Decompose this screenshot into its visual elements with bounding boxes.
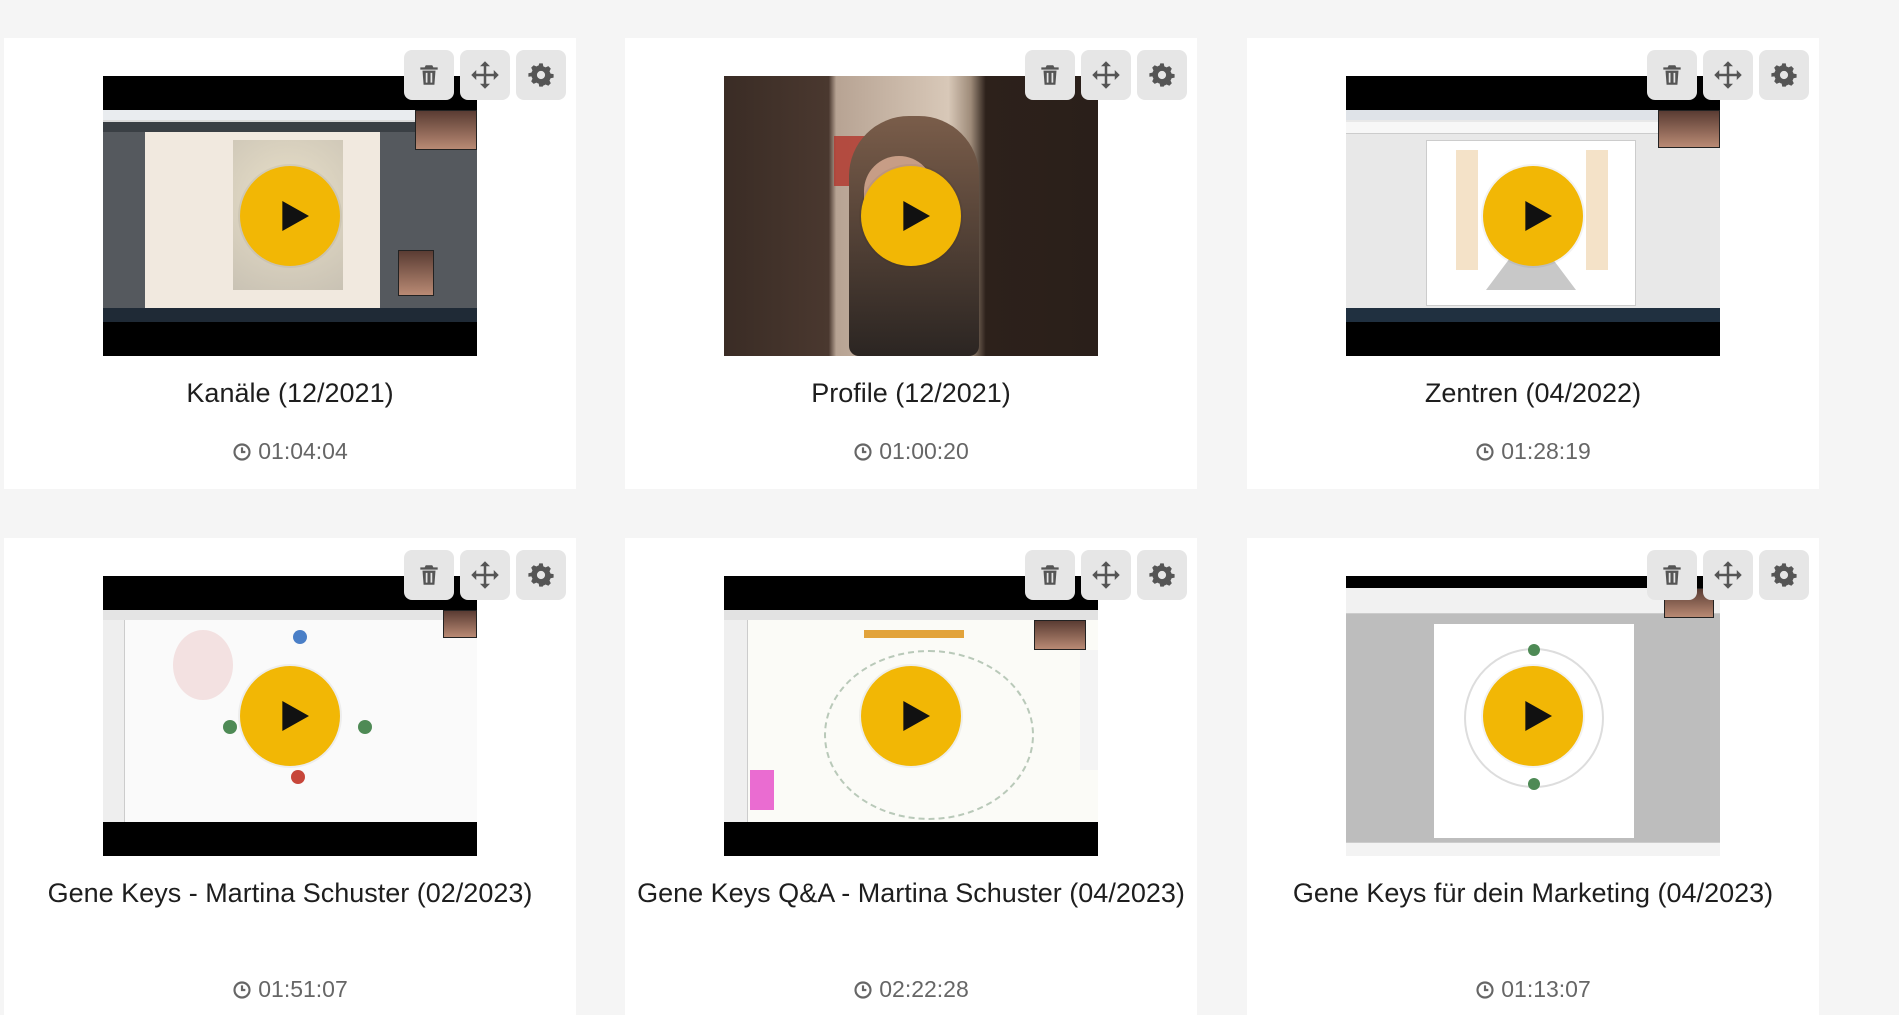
move-arrows-icon bbox=[1713, 60, 1743, 90]
play-button[interactable] bbox=[240, 666, 340, 766]
video-card: Zentren (04/2022) 01:28:19 bbox=[1247, 38, 1819, 489]
settings-button[interactable] bbox=[1759, 550, 1809, 600]
duration-value: 01:28:19 bbox=[1501, 438, 1591, 464]
video-title[interactable]: Kanäle (12/2021) bbox=[14, 376, 566, 410]
video-card: Gene Keys - Martina Schuster (02/2023) 0… bbox=[4, 538, 576, 1015]
video-card: Gene Keys Q&A - Martina Schuster (04/202… bbox=[625, 538, 1197, 1015]
video-duration: 02:22:28 bbox=[625, 976, 1197, 1003]
settings-button[interactable] bbox=[1137, 550, 1187, 600]
duration-value: 02:22:28 bbox=[879, 976, 969, 1002]
gear-icon bbox=[527, 561, 555, 589]
gear-icon bbox=[1770, 61, 1798, 89]
card-toolbar bbox=[1025, 550, 1187, 600]
play-icon bbox=[895, 196, 935, 236]
delete-button[interactable] bbox=[1025, 550, 1075, 600]
delete-button[interactable] bbox=[1025, 50, 1075, 100]
delete-button[interactable] bbox=[1647, 50, 1697, 100]
clock-icon bbox=[232, 980, 252, 1000]
gear-icon bbox=[1148, 61, 1176, 89]
video-duration: 01:28:19 bbox=[1247, 438, 1819, 465]
video-card: Kanäle (12/2021) 01:04:04 bbox=[4, 38, 576, 489]
card-toolbar bbox=[404, 550, 566, 600]
play-icon bbox=[895, 696, 935, 736]
move-button[interactable] bbox=[1081, 50, 1131, 100]
play-button[interactable] bbox=[1483, 166, 1583, 266]
delete-button[interactable] bbox=[1647, 550, 1697, 600]
move-arrows-icon bbox=[1713, 560, 1743, 590]
video-title[interactable]: Gene Keys Q&A - Martina Schuster (04/202… bbox=[635, 876, 1187, 910]
move-arrows-icon bbox=[1091, 60, 1121, 90]
video-duration: 01:00:20 bbox=[625, 438, 1197, 465]
gear-icon bbox=[1148, 561, 1176, 589]
settings-button[interactable] bbox=[1137, 50, 1187, 100]
trash-icon bbox=[416, 562, 442, 588]
duration-value: 01:00:20 bbox=[879, 438, 969, 464]
play-icon bbox=[1517, 696, 1557, 736]
move-arrows-icon bbox=[470, 560, 500, 590]
trash-icon bbox=[1037, 562, 1063, 588]
card-toolbar bbox=[1647, 550, 1809, 600]
trash-icon bbox=[416, 62, 442, 88]
video-card: Gene Keys für dein Marketing (04/2023) 0… bbox=[1247, 538, 1819, 1015]
delete-button[interactable] bbox=[404, 550, 454, 600]
card-toolbar bbox=[404, 50, 566, 100]
card-toolbar bbox=[1647, 50, 1809, 100]
play-button[interactable] bbox=[861, 666, 961, 766]
video-title[interactable]: Gene Keys für dein Marketing (04/2023) bbox=[1257, 876, 1809, 910]
video-duration: 01:04:04 bbox=[4, 438, 576, 465]
move-button[interactable] bbox=[460, 550, 510, 600]
settings-button[interactable] bbox=[516, 50, 566, 100]
gear-icon bbox=[527, 61, 555, 89]
play-icon bbox=[274, 696, 314, 736]
video-title[interactable]: Gene Keys - Martina Schuster (02/2023) bbox=[14, 876, 566, 910]
clock-icon bbox=[853, 980, 873, 1000]
play-icon bbox=[274, 196, 314, 236]
trash-icon bbox=[1659, 562, 1685, 588]
video-duration: 01:51:07 bbox=[4, 976, 576, 1003]
card-toolbar bbox=[1025, 50, 1187, 100]
move-button[interactable] bbox=[1703, 50, 1753, 100]
move-button[interactable] bbox=[1703, 550, 1753, 600]
move-button[interactable] bbox=[460, 50, 510, 100]
video-thumbnail[interactable] bbox=[1346, 576, 1720, 856]
video-thumbnail[interactable] bbox=[103, 76, 477, 356]
delete-button[interactable] bbox=[404, 50, 454, 100]
move-arrows-icon bbox=[470, 60, 500, 90]
duration-value: 01:13:07 bbox=[1501, 976, 1591, 1002]
clock-icon bbox=[232, 442, 252, 462]
video-card: Profile (12/2021) 01:00:20 bbox=[625, 38, 1197, 489]
play-button[interactable] bbox=[240, 166, 340, 266]
video-thumbnail[interactable] bbox=[1346, 76, 1720, 356]
trash-icon bbox=[1037, 62, 1063, 88]
gear-icon bbox=[1770, 561, 1798, 589]
settings-button[interactable] bbox=[516, 550, 566, 600]
move-arrows-icon bbox=[1091, 560, 1121, 590]
video-thumbnail[interactable] bbox=[103, 576, 477, 856]
duration-value: 01:04:04 bbox=[258, 438, 348, 464]
play-button[interactable] bbox=[1483, 666, 1583, 766]
play-icon bbox=[1517, 196, 1557, 236]
duration-value: 01:51:07 bbox=[258, 976, 348, 1002]
move-button[interactable] bbox=[1081, 550, 1131, 600]
trash-icon bbox=[1659, 62, 1685, 88]
video-duration: 01:13:07 bbox=[1247, 976, 1819, 1003]
video-title[interactable]: Zentren (04/2022) bbox=[1257, 376, 1809, 410]
clock-icon bbox=[853, 442, 873, 462]
video-title[interactable]: Profile (12/2021) bbox=[635, 376, 1187, 410]
settings-button[interactable] bbox=[1759, 50, 1809, 100]
clock-icon bbox=[1475, 442, 1495, 462]
clock-icon bbox=[1475, 980, 1495, 1000]
video-thumbnail[interactable] bbox=[724, 76, 1098, 356]
play-button[interactable] bbox=[861, 166, 961, 266]
video-thumbnail[interactable] bbox=[724, 576, 1098, 856]
